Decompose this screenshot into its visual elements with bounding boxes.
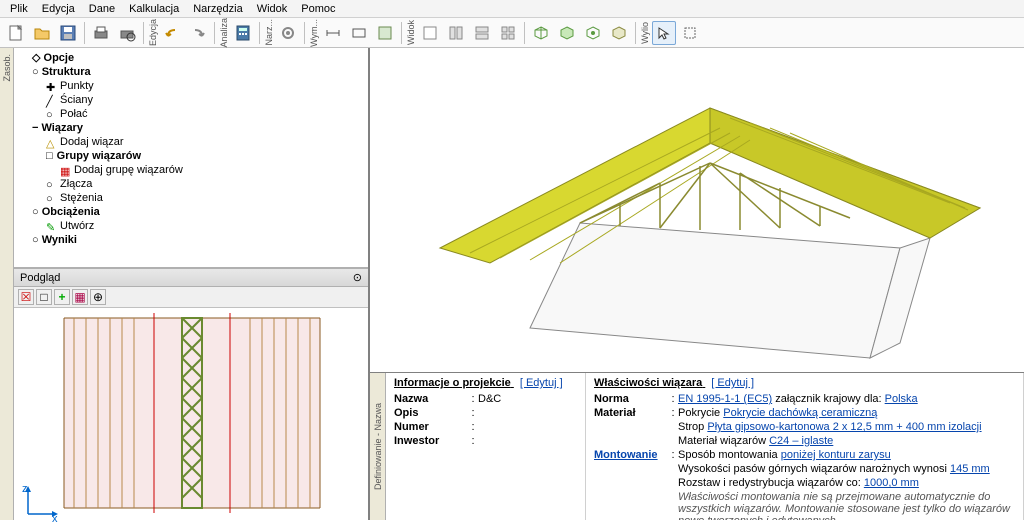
menu-dane[interactable]: Dane [83, 2, 121, 16]
toolbar: Edycja Analiza Narz... Wym... Widok Wyli… [0, 18, 1024, 48]
open-file-button[interactable] [30, 21, 54, 45]
mont3-link[interactable]: 1000,0 mm [864, 477, 919, 489]
print-button[interactable] [89, 21, 113, 45]
norma-link[interactable]: EN 1995-1-1 (EC5) [678, 393, 772, 405]
axis-indicator: z x [20, 482, 60, 522]
preview-pin-icon[interactable]: ⊙ [353, 271, 362, 284]
svg-text:x: x [52, 513, 58, 522]
view1-button[interactable] [418, 21, 442, 45]
menu-widok[interactable]: Widok [251, 2, 294, 16]
tree-punkty[interactable]: ✚Punkty [18, 79, 364, 93]
menu-pomoc[interactable]: Pomoc [295, 2, 341, 16]
preview-tools: ☒ □ + ▦ ⊕ [14, 287, 368, 308]
sidebar: ◇ Opcje ○ Struktura ✚Punkty ╱Ściany ○Poł… [14, 48, 370, 520]
dim2-button[interactable] [347, 21, 371, 45]
tree-panel: ◇ Opcje ○ Struktura ✚Punkty ╱Ściany ○Poł… [14, 48, 368, 268]
menu-narzedzia[interactable]: Narzędzia [187, 2, 249, 16]
new-file-button[interactable] [4, 21, 28, 45]
tree-stezenia[interactable]: ○Stężenia [18, 191, 364, 205]
circle-icon: ○ [46, 109, 56, 119]
tree-dodaj-grupe[interactable]: ▦Dodaj grupę wiązarów [18, 163, 364, 177]
tree-obciazenia[interactable]: ○ Obciążenia [18, 205, 364, 219]
props-edit-link[interactable]: [ Edytuj ] [711, 377, 754, 389]
dim3-button[interactable] [373, 21, 397, 45]
iso4-button[interactable] [607, 21, 631, 45]
wylio-label: Wylio [640, 20, 650, 46]
plus-icon: ✚ [46, 81, 56, 91]
3d-model [370, 48, 1020, 372]
mat1-link[interactable]: Pokrycie dachówką ceramiczną [723, 407, 877, 419]
undo-button[interactable] [160, 21, 184, 45]
preview-drawing [14, 308, 370, 528]
tree-opcje[interactable]: ◇ Opcje [18, 50, 364, 65]
tree-struktura[interactable]: ○ Struktura [18, 65, 364, 79]
iso1-button[interactable] [529, 21, 553, 45]
polska-link[interactable]: Polska [885, 393, 918, 405]
3d-viewport[interactable] [370, 48, 1024, 372]
create-icon: ✎ [46, 221, 56, 231]
widok-label: Widok [406, 18, 416, 47]
tree-utworz[interactable]: ✎Utwórz [18, 219, 364, 233]
mont1-link[interactable]: poniżej konturu zarysu [781, 449, 891, 461]
menu-edycja[interactable]: Edycja [36, 2, 81, 16]
add-group-icon: ▦ [60, 165, 70, 175]
select2-button[interactable] [678, 21, 702, 45]
mat2-link[interactable]: Płyta gipsowo-kartonowa 2 x 12,5 mm + 40… [707, 421, 981, 433]
wym-label: Wym... [309, 17, 319, 49]
save-button[interactable] [56, 21, 80, 45]
svg-text:z: z [22, 483, 28, 495]
tree-wiazary[interactable]: − Wiązary [18, 121, 364, 135]
ptool-grid[interactable]: ▦ [72, 289, 88, 305]
mont2-link[interactable]: 145 mm [950, 463, 990, 475]
line-icon: ╱ [46, 95, 56, 105]
redo-button[interactable] [186, 21, 210, 45]
calculator-button[interactable] [231, 21, 255, 45]
mont-link[interactable]: Montowanie [594, 449, 668, 461]
preview-title: Podgląd [20, 272, 60, 284]
tree-wyniki[interactable]: ○ Wyniki [18, 233, 364, 247]
joint-icon: ○ [46, 179, 56, 189]
tree-polac[interactable]: ○Połać [18, 107, 364, 121]
iso2-button[interactable] [555, 21, 579, 45]
edycja-label: Edycja [148, 17, 158, 48]
select-mode-button[interactable] [652, 21, 676, 45]
truss-icon: △ [46, 137, 56, 147]
preview-header: Podgląd ⊙ [14, 268, 368, 287]
tree-sciany[interactable]: ╱Ściany [18, 93, 364, 107]
left-tab-strip: Zasob. [0, 48, 14, 520]
brace-icon: ○ [46, 193, 56, 203]
props-header: Właściwości wiązara [594, 377, 702, 389]
menu-plik[interactable]: Plik [4, 2, 34, 16]
bottom-panel: Definiowanie - Nazwa Informacje o projek… [370, 372, 1024, 520]
menu-bar: Plik Edycja Dane Kalkulacja Narzędzia Wi… [0, 0, 1024, 18]
info-header: Informacje o projekcie [394, 377, 511, 389]
tree-zlacza[interactable]: ○Złącza [18, 177, 364, 191]
nazwa-value: D&C [478, 393, 577, 405]
ptool-red[interactable]: ☒ [18, 289, 34, 305]
menu-kalkulacja[interactable]: Kalkulacja [123, 2, 185, 16]
info-edit-link[interactable]: [ Edytuj ] [520, 377, 563, 389]
settings-button[interactable] [276, 21, 300, 45]
mat3-link[interactable]: C24 – iglaste [769, 435, 833, 447]
tree-grupy[interactable]: □ Grupy wiązarów [18, 149, 364, 163]
dim-button[interactable] [321, 21, 345, 45]
iso3-button[interactable] [581, 21, 605, 45]
view4-button[interactable] [496, 21, 520, 45]
narz-label: Narz... [264, 17, 274, 48]
ptool-sel[interactable]: □ [36, 289, 52, 305]
ptool-zoom[interactable]: ⊕ [90, 289, 106, 305]
view3-button[interactable] [470, 21, 494, 45]
preview-2d[interactable]: z x [14, 308, 368, 528]
view2-button[interactable] [444, 21, 468, 45]
bottom-tab[interactable]: Definiowanie - Nazwa [370, 373, 386, 520]
ptool-add[interactable]: + [54, 289, 70, 305]
analiza-label: Analiza [219, 16, 229, 50]
truss-props: Właściwości wiązara [ Edytuj ] Norma:EN … [586, 373, 1024, 520]
print-preview-button[interactable] [115, 21, 139, 45]
tree-dodaj-wiazar[interactable]: △Dodaj wiązar [18, 135, 364, 149]
project-info: Informacje o projekcie [ Edytuj ] Nazwa:… [386, 373, 586, 520]
zasob-tab[interactable]: Zasob. [2, 52, 12, 84]
